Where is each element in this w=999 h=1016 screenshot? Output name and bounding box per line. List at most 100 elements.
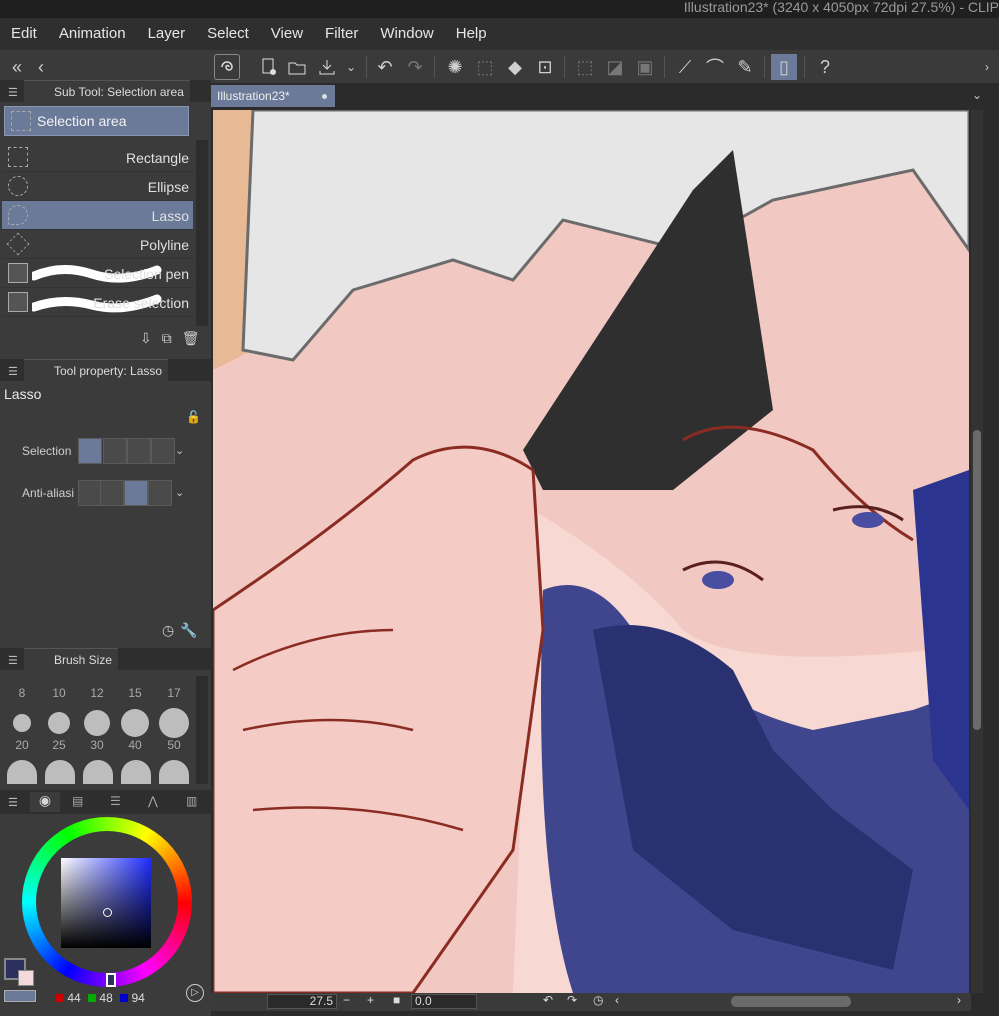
chevron-down-icon[interactable]: ⌄ [175,486,184,499]
wrench-icon[interactable]: 🔧 [180,622,203,638]
back-icon[interactable]: ‹ [28,54,54,80]
new-file-icon[interactable] [256,54,282,80]
chevron-right-icon[interactable]: › [974,54,999,80]
new-selection-button[interactable] [78,438,102,464]
subtool-item-rectangle[interactable]: Rectangle [2,143,193,172]
subtool-panel-title[interactable]: Sub Tool: Selection area [24,80,190,103]
rotation-field[interactable]: 0.0 [411,994,477,1009]
ruler-icon[interactable]: ⟋ [672,54,698,80]
color-wheel-tab[interactable]: ◉ [30,792,60,812]
redo-icon[interactable]: ↷ [402,54,428,80]
clear-icon[interactable]: ⬚ [472,54,498,80]
fill-icon[interactable]: ◆ [502,54,528,80]
rotate-left-icon[interactable]: ↶ [543,993,553,1007]
reset-rotation-icon[interactable]: ◷ [593,993,603,1007]
play-icon[interactable]: ▷ [186,984,204,1002]
subtool-item-ellipse[interactable]: Ellipse [2,172,193,201]
tablet-icon[interactable]: ▯ [771,54,797,80]
duplicate-icon[interactable]: ⧉ [162,330,182,346]
brush-size-15[interactable]: 15 [116,686,154,700]
brush-icon[interactable]: ⌒ [702,54,728,80]
clip-logo-icon[interactable] [214,54,240,80]
hue-handle[interactable] [106,973,116,987]
select-all-icon[interactable]: ▣ [632,54,658,80]
anti-alias-weak-button[interactable] [100,480,124,506]
saturation-value-square[interactable] [61,858,151,948]
menu-icon[interactable]: ☰ [8,796,18,809]
rotate-right-icon[interactable]: ↷ [567,993,577,1007]
collapse-left-icon[interactable]: « [4,54,30,80]
menu-edit[interactable]: Edit [0,18,48,50]
menu-select[interactable]: Select [196,18,260,50]
subtool-scrollbar[interactable] [196,140,208,326]
reset-icon[interactable]: ◷ [162,622,180,638]
intersect-selection-button[interactable] [151,438,175,464]
menu-help[interactable]: Help [445,18,498,50]
deselect-icon[interactable]: ⬚ [572,54,598,80]
anti-alias-strong-button[interactable] [148,480,172,506]
open-folder-icon[interactable] [284,54,310,80]
transparent-color-toggle[interactable] [4,990,36,1002]
brush-size-30[interactable]: 30 [78,738,116,752]
save-icon[interactable] [314,54,340,80]
brush-size-12[interactable]: 12 [78,686,116,700]
anti-alias-none-button[interactable] [78,480,102,506]
brush-size-40[interactable]: 40 [116,738,154,752]
copy-subtool-icon[interactable]: ⇩ [140,330,162,346]
menu-icon[interactable]: ☰ [8,365,18,378]
pen-icon[interactable]: ✎ [732,54,758,80]
menu-window[interactable]: Window [369,18,444,50]
menu-filter[interactable]: Filter [314,18,369,50]
brush-size-scrollbar[interactable] [196,676,208,784]
chevron-down-icon[interactable]: ⌄ [972,88,982,102]
subtool-item-erase-selection[interactable]: Erase selection [2,288,193,317]
fit-icon[interactable]: ■ [393,993,400,1007]
brush-size-25[interactable]: 25 [40,738,78,752]
brush-size-10[interactable]: 10 [40,686,78,700]
brush-size-50[interactable]: 50 [155,738,193,752]
horizontal-scroll-thumb[interactable] [731,996,851,1007]
undo-icon[interactable]: ↶ [372,54,398,80]
menu-icon[interactable]: ☰ [8,86,18,99]
vertical-scroll-thumb[interactable] [973,430,981,730]
zoom-out-icon[interactable]: − [343,993,350,1007]
menu-icon[interactable]: ☰ [8,654,18,667]
lock-icon[interactable]: 🔓 [186,410,201,424]
color-history-tab[interactable]: ▥ [186,794,197,808]
brush-size-17[interactable]: 17 [155,686,193,700]
color-set-tab[interactable]: ▤ [72,794,83,808]
brush-size-20[interactable]: 20 [3,738,41,752]
green-value: 48 [99,991,113,1005]
subtool-item-selection-pen[interactable]: Selection pen [2,259,193,288]
tool-property-title[interactable]: Tool property: Lasso [24,359,169,382]
subtract-selection-button[interactable] [127,438,151,464]
document-tab[interactable]: Illustration23* [211,85,335,107]
invert-selection-icon[interactable]: ◪ [602,54,628,80]
artwork-canvas[interactable] [213,110,969,993]
color-picker-handle[interactable] [103,908,112,917]
subtool-group[interactable]: Selection area [4,106,189,136]
color-slider-tab[interactable]: ☰ [110,794,121,808]
menu-layer[interactable]: Layer [137,18,197,50]
anti-alias-medium-button[interactable] [124,480,148,506]
loading-icon[interactable]: ✺ [442,54,468,80]
subtool-item-lasso[interactable]: Lasso [2,201,193,230]
scroll-right-icon[interactable]: › [957,993,961,1007]
canvas-vertical-scrollbar[interactable] [971,110,983,993]
intermediate-color-tab[interactable]: ⋀ [148,794,158,808]
sub-color-swatch[interactable] [18,970,34,986]
menu-animation[interactable]: Animation [48,18,137,50]
menu-view[interactable]: View [260,18,314,50]
add-selection-button[interactable] [103,438,127,464]
zoom-in-icon[interactable]: + [367,993,374,1007]
subtool-item-polyline[interactable]: Polyline [2,230,193,259]
chevron-down-icon[interactable]: ⌄ [175,444,184,457]
zoom-field[interactable]: 27.5 [267,994,337,1009]
brush-size-title[interactable]: Brush Size [24,648,119,671]
chevron-down-icon[interactable]: ⌄ [338,54,364,80]
scroll-left-icon[interactable]: ‹ [615,993,619,1007]
trash-icon[interactable]: 🗑 [182,330,210,346]
help-icon[interactable]: ? [812,54,838,80]
brush-size-8[interactable]: 8 [3,686,41,700]
transform-icon[interactable]: ⊡ [532,54,558,80]
